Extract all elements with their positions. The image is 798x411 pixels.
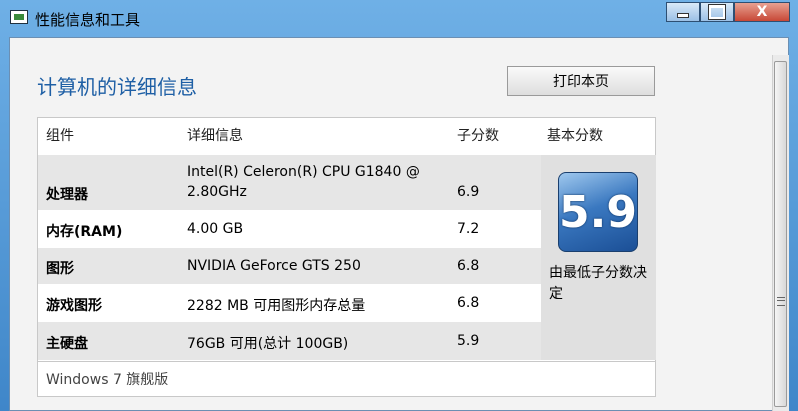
component-name: 内存(RAM) bbox=[46, 224, 123, 240]
subscore: 5.9 bbox=[457, 333, 480, 349]
base-score-note: 由最低子分数决定 bbox=[549, 265, 647, 302]
detail-text: Intel(R) Celeron(R) CPU G1840 @ bbox=[187, 164, 420, 180]
minimize-button[interactable] bbox=[666, 2, 700, 22]
window-title: 性能信息和工具 bbox=[35, 11, 141, 29]
component-name: 主硬盘 bbox=[46, 336, 88, 352]
maximize-icon bbox=[708, 4, 726, 20]
page-title: 计算机的详细信息 bbox=[37, 75, 197, 99]
close-icon: X bbox=[756, 4, 768, 20]
detail-text-line2: 2.80GHz bbox=[187, 184, 247, 200]
maximize-button[interactable] bbox=[700, 2, 734, 22]
base-score-panel: 5.9 由最低子分数决定 bbox=[541, 155, 656, 360]
performance-app-icon bbox=[10, 10, 28, 24]
close-button[interactable]: X bbox=[734, 2, 790, 22]
print-page-button[interactable]: 打印本页 bbox=[507, 66, 655, 96]
header-details: 详细信息 bbox=[187, 128, 243, 144]
table-row: 游戏图形 2282 MB 可用图形内存总量 6.8 bbox=[38, 285, 541, 321]
detail-text: 4.00 GB bbox=[187, 221, 244, 237]
details-panel: 组件 详细信息 子分数 基本分数 处理器 Intel(R) Celeron(R)… bbox=[37, 117, 656, 397]
subscore: 6.9 bbox=[457, 184, 480, 200]
table-row: 处理器 Intel(R) Celeron(R) CPU G1840 @ 2.80… bbox=[38, 155, 541, 210]
title-bar[interactable]: 性能信息和工具 X bbox=[0, 0, 798, 36]
subscore: 6.8 bbox=[457, 295, 480, 311]
grip-icon bbox=[777, 297, 785, 306]
window-controls: X bbox=[666, 2, 790, 22]
header-component: 组件 bbox=[46, 128, 74, 144]
vertical-scrollbar[interactable] bbox=[772, 55, 789, 411]
table-row: 内存(RAM) 4.00 GB 7.2 bbox=[38, 211, 541, 247]
header-base-score: 基本分数 bbox=[547, 128, 603, 144]
subscore: 7.2 bbox=[457, 221, 480, 237]
windows-edition: Windows 7 旗舰版 bbox=[38, 361, 655, 397]
table-row: 主硬盘 76GB 可用(总计 100GB) 5.9 bbox=[38, 322, 541, 360]
detail-text: NVIDIA GeForce GTS 250 bbox=[187, 258, 361, 274]
content-area: 计算机的详细信息 打印本页 组件 详细信息 子分数 基本分数 处理器 Intel… bbox=[9, 37, 789, 411]
scrollbar-thumb[interactable] bbox=[774, 61, 787, 407]
detail-text: 2282 MB 可用图形内存总量 bbox=[187, 298, 366, 314]
table-row: 图形 NVIDIA GeForce GTS 250 6.8 bbox=[38, 248, 541, 284]
minimize-icon bbox=[677, 13, 689, 18]
component-name: 游戏图形 bbox=[46, 298, 102, 314]
window: 性能信息和工具 X 计算机的详细信息 打印本页 组件 详细信息 子分数 基本分数… bbox=[0, 0, 798, 411]
component-name: 处理器 bbox=[46, 187, 88, 203]
component-name: 图形 bbox=[46, 261, 74, 277]
detail-text: 76GB 可用(总计 100GB) bbox=[187, 336, 349, 352]
subscore: 6.8 bbox=[457, 258, 480, 274]
header-subscore: 子分数 bbox=[457, 128, 499, 144]
base-score-badge: 5.9 bbox=[558, 172, 638, 252]
base-score-value: 5.9 bbox=[559, 186, 637, 238]
